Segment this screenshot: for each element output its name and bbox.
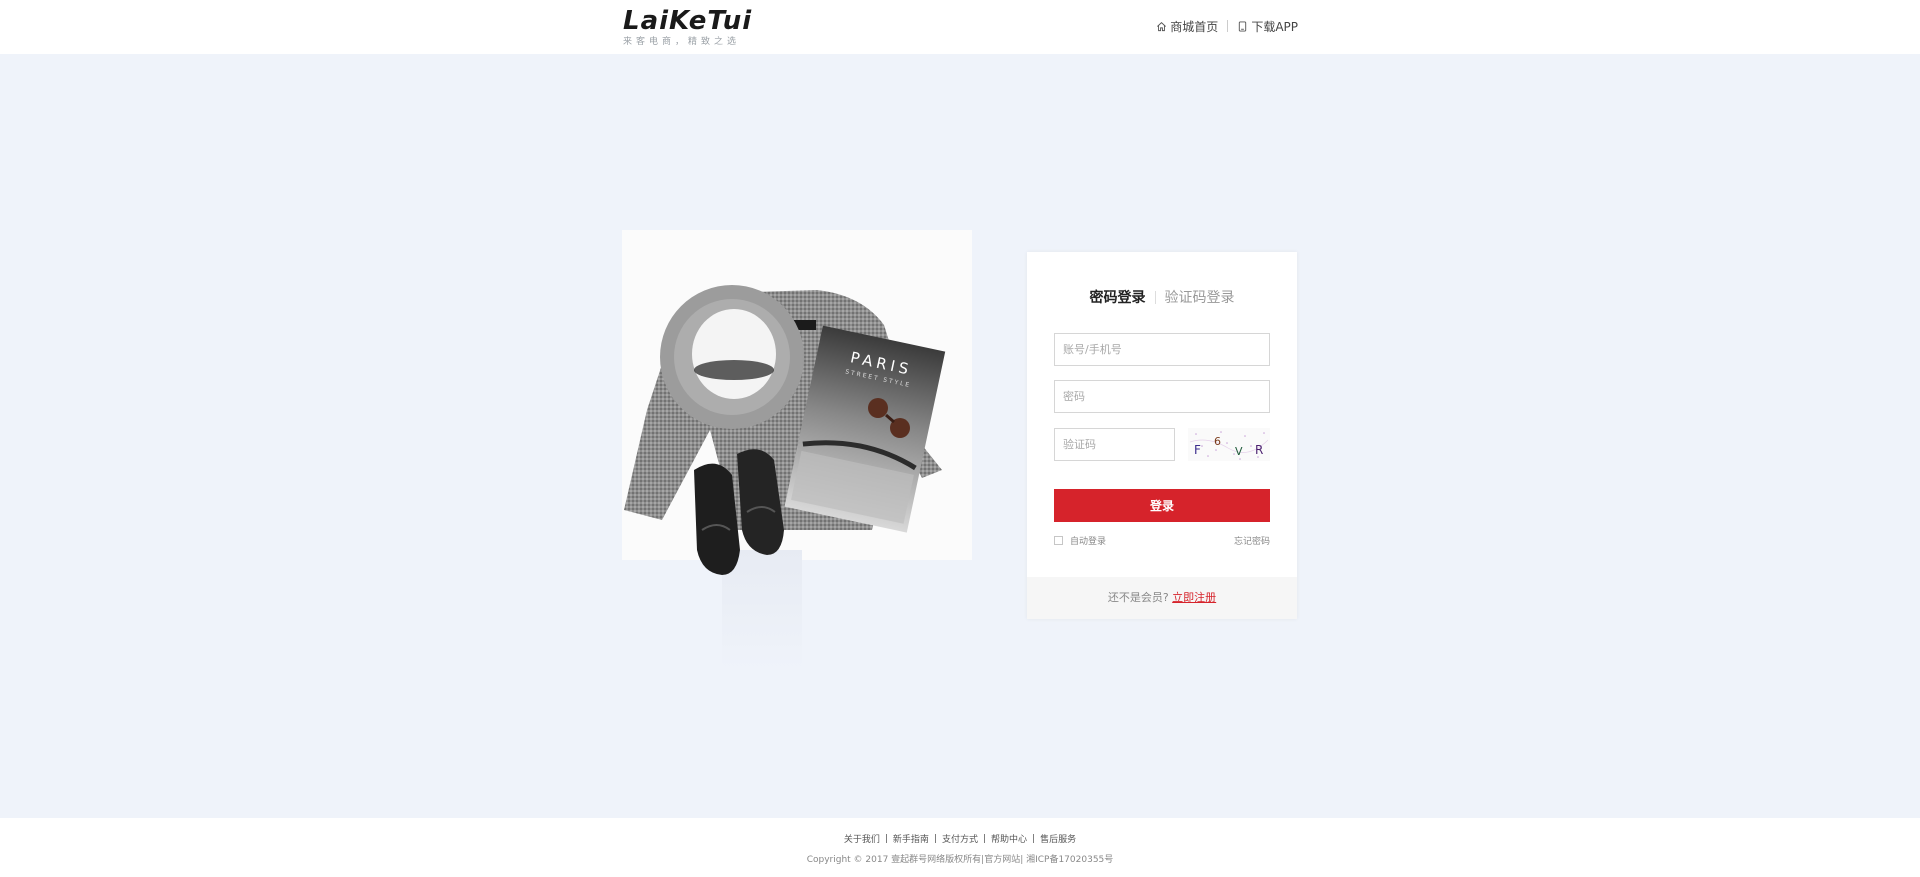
auto-login-label: 自动登录	[1070, 537, 1107, 547]
tab-divider	[1154, 290, 1156, 304]
mobile-icon	[1239, 20, 1247, 32]
footer-divider: |	[983, 833, 987, 844]
captcha-char-1: F	[1194, 443, 1201, 457]
logo-text: LaiKeTui	[623, 6, 753, 36]
home-icon	[1157, 21, 1167, 31]
captcha-char-2: 6	[1214, 435, 1221, 448]
header: LaiKeTui 来客电商，精致之选 商城首页 下载APP	[0, 0, 1920, 54]
register-link[interactable]: 立即注册	[1172, 591, 1216, 604]
nav-app-label: 下载APP	[1251, 19, 1298, 34]
footer-divider: |	[1032, 833, 1036, 844]
footer-links: 关于我们 | 新手指南 | 支付方式 | 帮助中心 | 售后服务	[0, 832, 1920, 846]
captcha-char-4: R	[1255, 443, 1263, 457]
footer-link-help[interactable]: 帮助中心	[991, 832, 1027, 845]
captcha-input[interactable]	[1054, 428, 1175, 461]
top-nav: 商城首页 下载APP	[1156, 18, 1298, 34]
nav-app-link[interactable]: 下载APP	[1237, 18, 1298, 35]
forgot-password-link[interactable]: 忘记密码	[1234, 534, 1270, 547]
captcha-image[interactable]: F 6 V R	[1188, 428, 1270, 461]
tab-password-login[interactable]: 密码登录	[1090, 287, 1146, 307]
account-input[interactable]	[1054, 333, 1270, 366]
auto-login-checkbox[interactable]	[1054, 536, 1063, 545]
captcha-char-3: V	[1235, 445, 1243, 458]
auto-login-option[interactable]: 自动登录	[1054, 534, 1106, 547]
register-bar: 还不是会员? 立即注册	[1027, 577, 1297, 619]
password-input[interactable]	[1054, 380, 1270, 413]
footer-divider: |	[884, 833, 888, 844]
footer-link-payment[interactable]: 支付方式	[942, 832, 978, 845]
footer: 关于我们 | 新手指南 | 支付方式 | 帮助中心 | 售后服务 Copyrig…	[0, 818, 1920, 877]
register-prompt: 还不是会员?	[1107, 591, 1169, 604]
footer-link-about[interactable]: 关于我们	[844, 832, 880, 845]
login-button[interactable]: 登录	[1054, 489, 1270, 522]
nav-home-link[interactable]: 商城首页	[1156, 18, 1218, 35]
login-panel: 密码登录 验证码登录 F 6 V R 登录 自动登录 忘记密码 还不是会员? 立…	[1027, 252, 1297, 619]
copyright-text: Copyright © 2017 壹起群号网络版权所有|官方网站| 湘ICP备1…	[806, 855, 1114, 865]
logo[interactable]: LaiKeTui 来客电商，精致之选	[623, 6, 753, 48]
login-tabs: 密码登录 验证码登录	[1027, 287, 1297, 307]
footer-link-aftersales[interactable]: 售后服务	[1040, 832, 1076, 845]
nav-divider	[1227, 20, 1229, 32]
tab-sms-login[interactable]: 验证码登录	[1165, 287, 1235, 307]
footer-divider: |	[933, 833, 937, 844]
logo-slogan: 来客电商，精致之选	[623, 37, 741, 47]
fashion-illustration: PARIS STREET STYLE	[622, 230, 972, 670]
nav-home-label: 商城首页	[1170, 19, 1219, 34]
footer-link-guide[interactable]: 新手指南	[893, 832, 929, 845]
